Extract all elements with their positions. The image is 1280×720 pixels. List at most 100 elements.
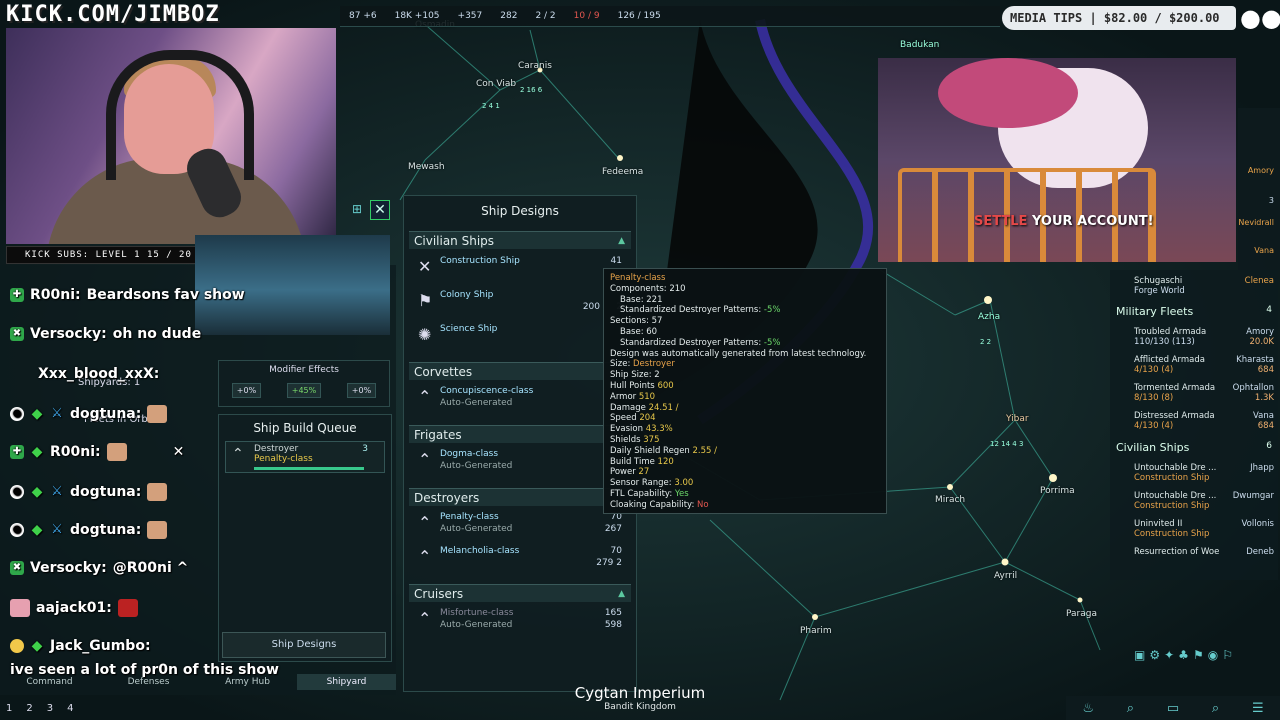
star-label-caranis[interactable]: Caranis [518,61,552,71]
resource-food[interactable]: +357 [449,11,492,21]
chat-line-6: ● ◆ ⚔ dogtuna: [10,483,168,501]
star-label-ayrril[interactable]: Ayrril [994,571,1017,581]
remove-icon[interactable]: ✕ [173,444,185,460]
search-icon[interactable]: ⌕ [1127,701,1134,716]
list-icon[interactable]: ☰ [1252,701,1264,716]
ship-designs-button[interactable]: Ship Designs [222,632,386,658]
category-cruisers[interactable]: Cruisers ▲ [409,584,631,602]
strip-vana[interactable]: Vana [1254,246,1274,255]
empire-name-plate[interactable]: Cygtan Imperium Bandit Kingdom [570,684,710,720]
hotkey-4[interactable]: 4 [67,703,73,714]
menu-icon-6[interactable]: ◉ [1208,648,1218,696]
queue-item[interactable]: ⌃ Destroyer Penalty-class 3 [225,441,385,473]
star-label-yibar[interactable]: Yibar [1006,414,1029,424]
design-construction-ship[interactable]: ✕ Construction Ship 41 [414,254,630,284]
planet-banner [195,235,390,335]
chat-icon[interactable]: ▭ [1167,701,1179,716]
sub-badge-icon: ◆ [31,638,43,654]
fleet-tormented-armada[interactable]: Tormented Armada 8/130 (8) Ophtallon 1.3K [1134,383,1274,409]
menu-icon-2[interactable]: ⚙ [1149,648,1160,696]
design-science-ship[interactable]: ✺ Science Ship [414,322,630,352]
civ-ship-3[interactable]: Uninvited II Construction Ship Vollonis [1134,519,1274,545]
chat-line-3: Xxx_blood_xxX: [38,366,159,382]
sub-badge-icon: ◆ [31,444,43,460]
modifier-2[interactable]: +45% [286,383,322,398]
chat-user: R00ni: [50,444,101,460]
resource-energy[interactable]: 87 +6 [340,11,386,21]
chat-user: R00ni: [30,287,81,303]
menu-icon-7[interactable]: ⚐ [1222,648,1233,696]
yibar-stats: 12 14 4 3 [990,440,1024,448]
chat-line-1: ✚ R00ni: Beardsons fav show [10,287,245,303]
chat-line-9: aajack01: [10,599,138,617]
ship-build-queue: Ship Build Queue ⌃ Destroyer Penalty-cla… [218,414,392,662]
category-frigates[interactable]: Frigates [409,425,631,443]
empire-name: Cygtan Imperium [574,684,706,702]
military-fleets-header[interactable]: Military Fleets 4 [1116,305,1272,319]
emote-icon [117,599,138,617]
menu-icon-3[interactable]: ✦ [1164,648,1174,696]
design-melancholia[interactable]: ⌃ Melancholia-class 70 279 2 [414,544,630,574]
star-label-porrima[interactable]: Porrima [1040,486,1075,496]
planets-icon[interactable]: ♨ [1082,701,1094,716]
emote-icon [147,483,168,501]
star-label-con-viab[interactable]: Con Viab [476,79,516,89]
menu-icon-1[interactable]: ▣ [1134,648,1145,696]
pin-icon[interactable]: ⊞ [348,200,366,218]
hotkey-1[interactable]: 1 [6,703,12,714]
category-corvettes[interactable]: Corvettes [409,362,631,380]
design-dogma[interactable]: ⌃ Dogma-class Auto-Generated [414,447,630,477]
resource-alloys[interactable]: 282 [491,11,526,21]
resource-minerals[interactable]: 18K +105 [386,11,449,21]
chat-line-8: ✖ Versocky: @R00ni ^ [10,560,188,576]
star-label-mirach[interactable]: Mirach [935,495,965,505]
star-label-paraga[interactable]: Paraga [1066,609,1097,619]
civ-ship-1[interactable]: Untouchable Dre ... Construction Ship Jha… [1134,463,1274,489]
star-label-azha[interactable]: Azha [978,312,1000,322]
tab-shipyard[interactable]: Shipyard [297,674,396,690]
modifier-3[interactable]: +0% [346,383,377,398]
chat-msg: oh no dude [112,326,202,342]
con-viab-stats: 2 4 1 [482,102,500,110]
ball-badge-icon: ● [10,407,24,421]
planet-schugaschi[interactable]: Schugaschi Forge World Clenea [1134,276,1274,302]
resource-fleet-cap[interactable]: 126 / 195 [609,11,670,21]
chat-user: Versocky: [30,560,107,576]
category-civilian[interactable]: Civilian Ships ▲ [409,231,631,249]
resource-bar: 87 +6 18K +105 +357 282 2 / 2 10 / 9 126… [340,6,1000,27]
star-label-pharim[interactable]: Pharim [800,626,832,636]
star-label-badukan[interactable]: Badukan [900,40,939,50]
fleet-afflicted-armada[interactable]: Afflicted Armada 4/130 (4) Kharasta 684 [1134,355,1274,381]
menu-icon-5[interactable]: ⚑ [1193,648,1204,696]
category-destroyers[interactable]: Destroyers [409,488,631,506]
zoom-icon[interactable]: ⌕ [1212,701,1219,716]
fleet-troubled-armada[interactable]: Troubled Armada 110/130 (113) Amory 20.0K [1134,327,1274,353]
menu-icon-4[interactable]: ♣ [1178,648,1189,696]
civ-ship-2[interactable]: Untouchable Dre ... Construction Ship Dwu… [1134,491,1274,517]
fleet-distressed-armada[interactable]: Distressed Armada 4/130 (4) Vana 684 [1134,411,1274,437]
strip-nevidrall[interactable]: Nevidrall [1238,218,1274,227]
star-label-fedeema[interactable]: Fedeema [602,167,643,177]
civilian-ships-header[interactable]: Civilian Ships 6 [1116,441,1272,455]
design-colony-ship[interactable]: ⚑ Colony Ship 200 2 [414,288,630,318]
design-misfortune[interactable]: ⌃ Misfortune-class Auto-Generated 165 59… [414,606,630,636]
atom-icon: ✺ [418,325,432,344]
sword-badge-icon: ⚔ [51,406,63,421]
hotkey-3[interactable]: 3 [47,703,53,714]
civ-ship-4[interactable]: Resurrection of Woe Deneb [1134,547,1274,573]
design-penalty[interactable]: ⌃ Penalty-class Auto-Generated 70 267 [414,510,630,540]
modifier-1[interactable]: +0% [231,383,262,398]
chat-line-7: ● ◆ ⚔ dogtuna: [10,521,168,539]
design-concupiscence[interactable]: ⌃ Concupiscence-class Auto-Generated [414,384,630,414]
chat-user: dogtuna: [70,484,142,500]
queue-item-class: Penalty-class [254,454,313,464]
star-label-mewash[interactable]: Mewash [408,162,445,172]
resource-influence[interactable]: 2 / 2 [526,11,564,21]
hotkey-2[interactable]: 2 [26,703,32,714]
strip-amory[interactable]: Amory [1248,166,1274,175]
resource-unity[interactable]: 10 / 9 [565,11,609,21]
caranis-stats: 2 16 6 [520,86,543,94]
chat-msg: ive seen a lot of pr0n of this show [10,662,279,678]
close-icon[interactable]: ✕ [370,200,390,220]
queue-progress [254,467,364,470]
